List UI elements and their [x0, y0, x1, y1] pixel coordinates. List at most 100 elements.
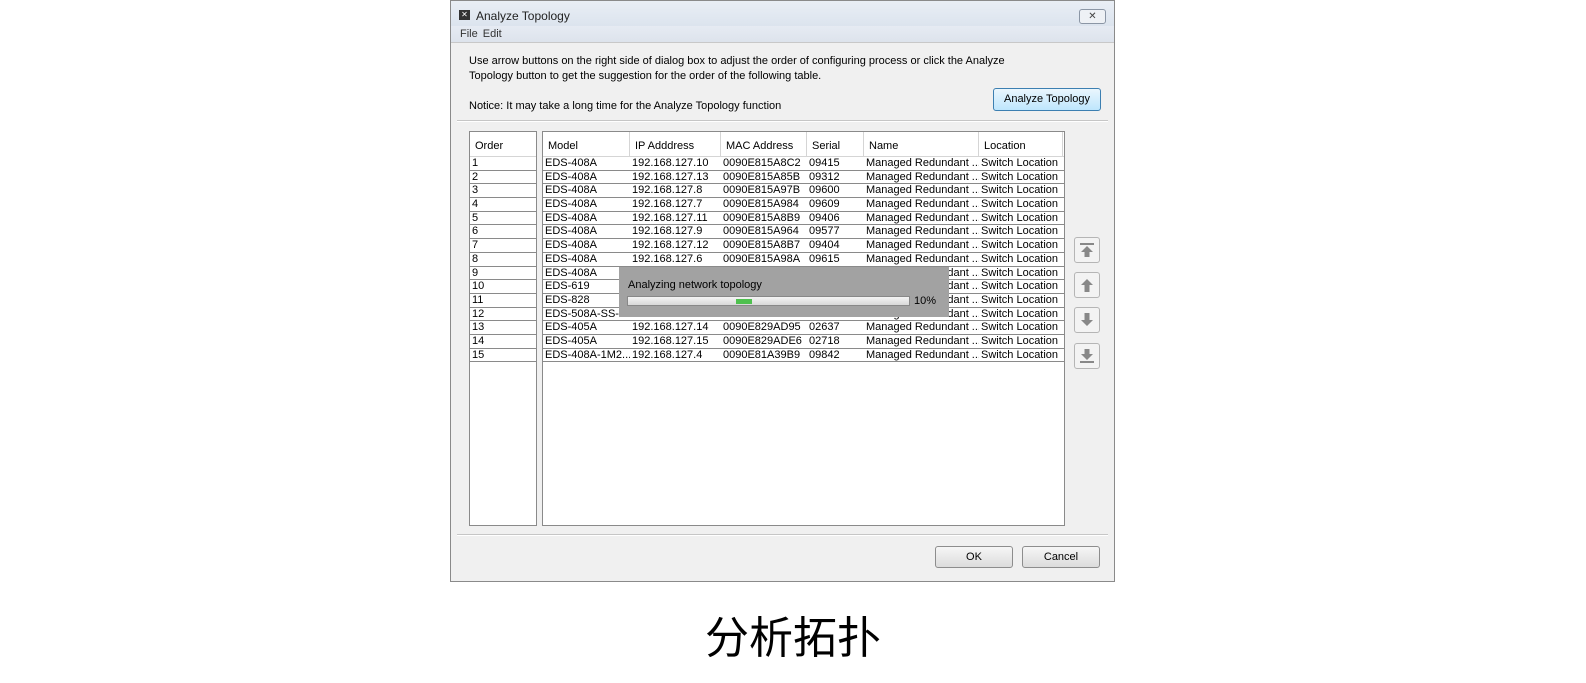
order-cell: 9: [472, 266, 479, 279]
table-cell: 0090E815A964: [723, 225, 799, 238]
table-cell: 0090E815A8B9: [723, 211, 801, 224]
table-cell: Managed Redundant ...: [866, 170, 979, 183]
order-header: Order: [475, 140, 504, 152]
table-row[interactable]: EDS-408A 192.168.127.9 0090E815A964 09577 Ma…: [543, 225, 1064, 240]
order-row[interactable]: 4: [470, 198, 536, 212]
order-row[interactable]: 9: [470, 267, 536, 281]
table-row[interactable]: EDS-408A 192.168.127.12 0090E815A8B7 09404 M…: [543, 239, 1064, 253]
table-cell: EDS-828: [545, 293, 590, 306]
order-row[interactable]: 1: [470, 157, 536, 171]
table-cell: EDS-408A: [545, 170, 597, 183]
table-cell: Switch Location: [981, 293, 1059, 306]
move-down-button[interactable]: [1074, 307, 1100, 333]
menu-edit[interactable]: Edit: [483, 28, 502, 40]
column-header[interactable]: IP Adddress: [630, 132, 721, 156]
table-row[interactable]: EDS-408A 192.168.127.7 0090E815A984 09609 Ma…: [543, 198, 1064, 212]
menu-file[interactable]: File: [460, 28, 478, 40]
table-cell: 09600: [809, 184, 840, 197]
close-button[interactable]: ✕: [1079, 9, 1106, 24]
table-cell: Switch Location: [981, 252, 1059, 265]
order-row[interactable]: 3: [470, 184, 536, 199]
column-header[interactable]: Serial: [807, 132, 864, 156]
divider: [457, 120, 1108, 122]
column-header[interactable]: MAC Address: [721, 132, 807, 156]
move-up-button[interactable]: [1074, 272, 1100, 298]
table-cell: 09842: [809, 348, 840, 361]
order-cell: 4: [472, 198, 479, 211]
table-cell: Switch Location: [981, 266, 1059, 279]
table-cell: Switch Location: [981, 198, 1059, 211]
table-cell: 192.168.127.12: [632, 239, 709, 252]
column-header[interactable]: Name: [864, 132, 979, 156]
table-cell: 192.168.127.9: [632, 225, 703, 238]
table-cell: 0090E815A8C2: [723, 157, 801, 169]
table-cell: EDS-619: [545, 280, 590, 293]
order-cell: 7: [472, 239, 479, 252]
table-cell: 0090E829ADE6: [723, 334, 802, 347]
order-cell: 10: [472, 280, 485, 293]
order-row[interactable]: 8: [470, 253, 536, 267]
order-row[interactable]: 13: [470, 321, 536, 335]
table-cell: Switch Location: [981, 157, 1059, 169]
table-cell: 0090E829AD95: [723, 321, 801, 334]
table-cell: Managed Redundant ...: [866, 157, 979, 169]
table-cell: 192.168.127.8: [632, 184, 703, 197]
table-cell: Managed Redundant ...: [866, 348, 979, 361]
table-cell: 0090E815A8B7: [723, 239, 801, 252]
move-to-top-button[interactable]: [1074, 237, 1100, 263]
table-cell: 09312: [809, 170, 840, 183]
table-row[interactable]: EDS-408A 192.168.127.8 0090E815A97B 09600 Ma…: [543, 184, 1064, 199]
table-cell: EDS-405A: [545, 321, 597, 334]
description-text: Use arrow buttons on the right side of d…: [469, 55, 1005, 82]
table-cell: Managed Redundant ...: [866, 198, 979, 211]
order-cell: 3: [472, 184, 479, 197]
progress-percent: 10%: [914, 295, 937, 307]
table-row[interactable]: EDS-408A 192.168.127.11 0090E815A8B9 09406 M…: [543, 212, 1064, 226]
table-row[interactable]: EDS-405A 192.168.127.15 0090E829ADE6 02718 M…: [543, 335, 1064, 349]
table-row[interactable]: EDS-408A 192.168.127.10 0090E815A8C2 09415 M…: [543, 157, 1064, 171]
order-row[interactable]: 14: [470, 335, 536, 349]
table-cell: 0090E815A85B: [723, 170, 801, 183]
table-cell: 192.168.127.7: [632, 198, 703, 211]
order-row[interactable]: 10: [470, 280, 536, 294]
table-cell: Managed Redundant ...: [866, 239, 979, 252]
order-row[interactable]: 12: [470, 308, 536, 322]
table-cell: 192.168.127.11: [632, 211, 708, 224]
analyze-topology-button[interactable]: Analyze Topology: [993, 88, 1101, 111]
table-cell: Managed Redundant ...: [866, 321, 979, 334]
order-cell: 5: [472, 211, 479, 224]
table-cell: 09404: [809, 239, 840, 252]
ok-button[interactable]: OK: [935, 546, 1013, 568]
table-cell: Switch Location: [981, 211, 1059, 224]
order-row[interactable]: 11: [470, 294, 536, 308]
order-cell: 2: [472, 170, 479, 183]
table-cell: Managed Redundant ...: [866, 252, 979, 265]
progress-dialog: Analyzing network topology 10%: [619, 267, 949, 317]
column-header[interactable]: Location: [979, 132, 1063, 156]
order-list[interactable]: Order 1 2 3 4 5 6 7 8 9 10 11 12 13 14 15: [469, 131, 537, 526]
table-cell: 0090E815A98A: [723, 252, 801, 265]
table-row[interactable]: EDS-408A-1M2... 192.168.127.4 0090E81A39B9…: [543, 349, 1064, 363]
move-to-bottom-button[interactable]: [1074, 343, 1100, 369]
cancel-button[interactable]: Cancel: [1022, 546, 1100, 568]
table-cell: Switch Location: [981, 307, 1059, 320]
device-table[interactable]: Model IP Adddress MAC Address Serial Name Loc…: [542, 131, 1065, 526]
table-row[interactable]: EDS-405A 192.168.127.14 0090E829AD95 02637 M…: [543, 321, 1064, 335]
table-cell: Switch Location: [981, 334, 1059, 347]
table-cell: Managed Redundant ...: [866, 184, 979, 197]
table-cell: Managed Redundant ...: [866, 225, 979, 238]
column-header[interactable]: Model: [543, 132, 630, 156]
table-cell: 192.168.127.15: [632, 334, 709, 347]
table-cell: 09406: [809, 211, 840, 224]
table-row[interactable]: EDS-408A 192.168.127.6 0090E815A98A 09615 Ma…: [543, 253, 1064, 267]
table-cell: 0090E815A984: [723, 198, 799, 211]
order-row[interactable]: 5: [470, 212, 536, 226]
table-cell: EDS-408A: [545, 157, 597, 169]
table-cell: Switch Location: [981, 280, 1059, 293]
order-row[interactable]: 2: [470, 171, 536, 185]
order-cell: 15: [472, 348, 485, 361]
table-row[interactable]: EDS-408A 192.168.127.13 0090E815A85B 09312 M…: [543, 171, 1064, 185]
order-row[interactable]: 7: [470, 239, 536, 253]
order-row[interactable]: 6: [470, 225, 536, 240]
order-row[interactable]: 15: [470, 349, 536, 363]
